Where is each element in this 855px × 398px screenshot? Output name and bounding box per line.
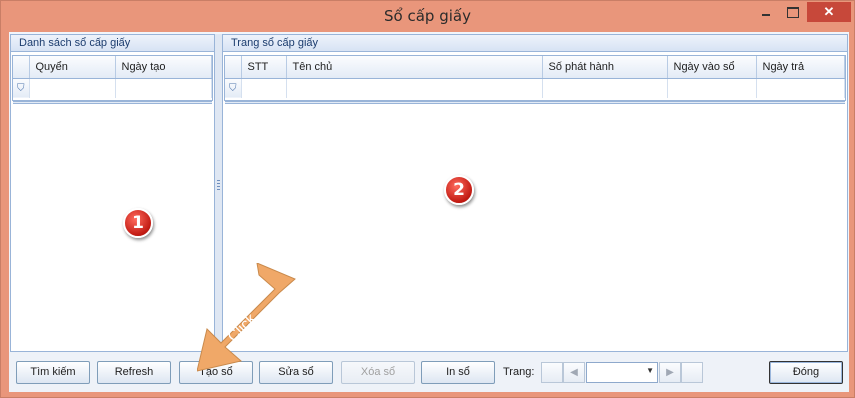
maximize-button[interactable] [779, 2, 805, 22]
column-header-ten-chu[interactable]: Tên chủ [286, 56, 543, 79]
page-select[interactable]: ▼ [586, 362, 658, 383]
filter-cell-ngay-vao-so[interactable] [667, 78, 757, 98]
grid-header-separator [225, 101, 845, 104]
row-indicator-header [13, 56, 30, 79]
search-button[interactable]: Tìm kiếm [16, 361, 90, 384]
grid-header-row: Quyển Ngày tạo [13, 56, 212, 79]
app-window: Sổ cấp giấy ✕ Danh sách sổ cấp giấy Quyể… [0, 0, 855, 398]
page-label: Trang: [503, 366, 535, 378]
book-list-caption: Danh sách sổ cấp giấy [11, 35, 214, 52]
splitter-grip-icon [217, 180, 220, 192]
close-window-button[interactable]: ✕ [807, 2, 851, 22]
click-arrow-annotation: Click [197, 263, 296, 372]
filter-cell-so-phat-hanh[interactable] [542, 78, 668, 98]
row-indicator-header [225, 56, 242, 79]
column-header-ngay-vao-so[interactable]: Ngày vào sổ [667, 56, 757, 79]
filter-cell-ngay-tra[interactable] [756, 78, 845, 98]
step-badge-1: 1 [123, 208, 153, 238]
book-list-grid[interactable]: Quyển Ngày tạo ⛉ [12, 55, 213, 104]
book-page-grid[interactable]: STT Tên chủ Số phát hành Ngày vào sổ Ngà… [224, 55, 846, 104]
book-page-panel: Trang sổ cấp giấy STT Tên chủ Số phát hà… [222, 34, 848, 352]
next-page-button[interactable]: ▶ [659, 362, 681, 383]
grid-header-separator [13, 101, 212, 104]
filter-cell-ten-chu[interactable] [286, 78, 543, 98]
filter-cell-ngay-tao[interactable] [115, 78, 212, 98]
funnel-icon[interactable]: ⛉ [225, 78, 242, 98]
column-header-stt[interactable]: STT [241, 56, 287, 79]
refresh-button[interactable]: Refresh [97, 361, 171, 384]
close-button[interactable]: Đóng [769, 361, 843, 384]
minimize-button[interactable] [753, 2, 779, 22]
book-list-panel: Danh sách sổ cấp giấy Quyển Ngày tạo ⛉ 1 [10, 34, 215, 352]
filter-cell-quyen[interactable] [29, 78, 116, 98]
window-title: Sổ cấp giấy [384, 7, 471, 25]
column-header-quyen[interactable]: Quyển [29, 56, 116, 79]
client-area: Danh sách sổ cấp giấy Quyển Ngày tạo ⛉ 1… [9, 32, 849, 392]
delete-book-button[interactable]: Xóa sổ [341, 361, 415, 384]
prev-page-button[interactable]: ◀ [563, 362, 585, 383]
last-page-button[interactable] [681, 362, 703, 383]
filter-row: ⛉ [225, 78, 845, 98]
column-header-so-phat-hanh[interactable]: Số phát hành [542, 56, 668, 79]
chevron-down-icon: ▼ [646, 366, 654, 375]
filter-cell-stt[interactable] [241, 78, 287, 98]
grid-header-row: STT Tên chủ Số phát hành Ngày vào sổ Ngà… [225, 56, 845, 79]
first-page-button[interactable] [541, 362, 563, 383]
bottom-toolbar: Tìm kiếm Refresh Tạo sổ Sửa sổ Xóa sổ In… [9, 352, 849, 392]
step-badge-2: 2 [444, 175, 474, 205]
title-bar: Sổ cấp giấy ✕ [1, 1, 854, 31]
column-header-ngay-tra[interactable]: Ngày trả [756, 56, 845, 79]
filter-row: ⛉ [13, 78, 212, 98]
column-header-ngay-tao[interactable]: Ngày tạo [115, 56, 212, 79]
funnel-icon[interactable]: ⛉ [13, 78, 30, 98]
print-book-button[interactable]: In sổ [421, 361, 495, 384]
book-page-caption: Trang sổ cấp giấy [223, 35, 847, 52]
